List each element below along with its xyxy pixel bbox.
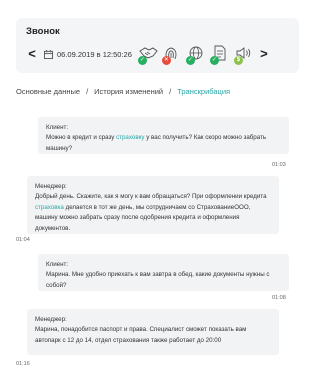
message-bubble-client: Клиент: Марина. Мне удобно приехать к ва…	[38, 254, 289, 291]
globe-icon[interactable]: ✓	[185, 45, 206, 65]
message-speaker: Менеджер:	[35, 316, 67, 323]
message-text: Можно в кредит и сразу страховку у вас п…	[46, 134, 267, 152]
next-call-button[interactable]: >	[258, 47, 270, 61]
breadcrumb: Основные данные / История изменений / Транск…	[16, 87, 230, 96]
breadcrumb-main-data[interactable]: Основные данные	[16, 87, 80, 96]
message-text: Марина, понадобится паспорт и права. Спе…	[35, 326, 247, 344]
message-bubble-manager: Менеджер: Марина, понадобится паспорт и …	[27, 309, 279, 355]
breadcrumb-history[interactable]: История изменений	[94, 87, 163, 96]
success-badge-icon: ✓	[137, 56, 147, 65]
message-text: Добрый день. Скажите, как я могу к вам о…	[35, 193, 267, 232]
calendar-icon	[44, 49, 53, 59]
prev-call-button[interactable]: <	[26, 47, 38, 61]
call-datetime: 06.09.2019 в 12:50:26	[57, 49, 132, 59]
message-speaker: Клиент:	[46, 124, 69, 131]
document-icon[interactable]: ✓	[209, 45, 230, 65]
message-time: 01:08	[272, 295, 286, 301]
success-badge-icon: ✓	[185, 56, 195, 65]
message-time: 01:03	[272, 162, 286, 168]
call-navigation-row: < 06.09.2019 в 12:50:26 ✓ ✕ ✓ ✓ $ >	[26, 45, 289, 65]
message-bubble-manager: Менеджер: Добрый день. Скажите, как я мо…	[27, 176, 279, 234]
keyword-highlight: страховку	[116, 134, 145, 142]
success-badge-icon: ✓	[209, 56, 219, 65]
breadcrumb-transcription[interactable]: Транскрибация	[177, 87, 230, 96]
call-card: Звонок < 06.09.2019 в 12:50:26 ✓ ✕ ✓ ✓ $…	[16, 18, 299, 73]
handshake-icon[interactable]: ✓	[137, 45, 158, 65]
message-speaker: Менеджер:	[35, 183, 67, 190]
error-badge-icon: ✕	[161, 56, 171, 65]
breadcrumb-separator: /	[169, 87, 172, 96]
keyword-highlight: страховка	[35, 203, 64, 211]
message-speaker: Клиент:	[46, 261, 69, 268]
call-title: Звонок	[26, 26, 60, 37]
message-time: 01:04	[16, 237, 30, 243]
dollar-badge-icon: $	[233, 56, 243, 65]
message-time: 01:16	[16, 361, 30, 367]
fingerprint-icon[interactable]: ✕	[161, 45, 182, 65]
speaker-icon[interactable]: $	[233, 45, 254, 65]
message-text: Марина. Мне удобно приехать к вам завтра…	[46, 271, 270, 289]
message-bubble-client: Клиент: Можно в кредит и сразу страховку…	[38, 117, 289, 154]
breadcrumb-separator: /	[86, 87, 89, 96]
